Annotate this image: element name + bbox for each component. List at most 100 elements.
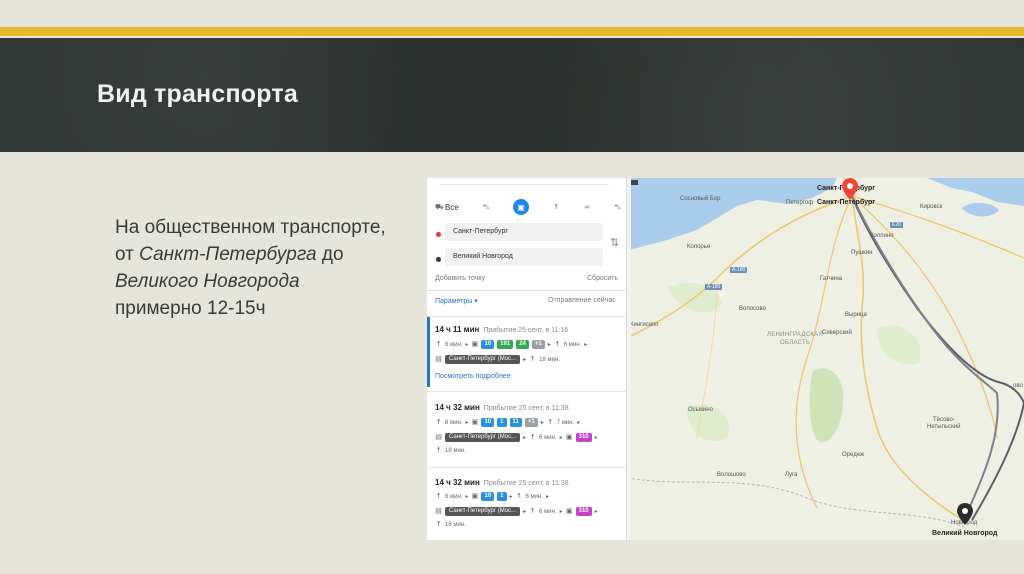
mode-walk[interactable]: ☨	[553, 204, 560, 211]
mode-bike[interactable]: ∞	[583, 204, 590, 211]
arrow-icon: ▸	[559, 435, 563, 441]
from-field[interactable]: Санкт-Петербург	[445, 223, 603, 241]
route-badge: 24	[516, 340, 529, 349]
from-dot-icon	[436, 232, 441, 237]
panel-scrollbar[interactable]	[627, 178, 631, 540]
label-novgorod: Великий Новгород	[932, 530, 998, 537]
walk-time: 6 мин.	[539, 508, 557, 515]
taxi-icon: ⛍	[614, 203, 622, 211]
train-badge: Санкт-Петербург (Мос...	[445, 507, 521, 516]
lake	[962, 202, 999, 217]
slide-body-text: На общественном транспорте, от Санкт-Пет…	[115, 214, 425, 322]
body-line-2-suffix: до	[316, 244, 344, 265]
to-field[interactable]: Великий Новгород	[445, 248, 603, 266]
forest-area	[809, 368, 844, 443]
bus-icon: ▣	[471, 493, 479, 500]
arrow-icon: ▸	[594, 509, 598, 515]
route-2-steps-3: ☨ 18 мин.	[435, 447, 466, 454]
start-pin-icon[interactable]	[842, 178, 858, 200]
to-dot-icon	[436, 257, 441, 262]
bus-icon: ▣	[471, 341, 479, 348]
end-pin-icon[interactable]	[957, 503, 973, 525]
walk-icon: ☨	[554, 203, 559, 211]
arrow-icon: ▸	[594, 435, 598, 441]
label-town: Вырица	[845, 312, 867, 318]
slide-title: Вид транспорта	[97, 80, 298, 108]
train-icon: ▤	[435, 356, 442, 363]
walk-icon: ☨	[548, 419, 553, 426]
params-dropdown[interactable]: Параметры ▾	[435, 297, 478, 305]
label-town: Волошово	[717, 472, 746, 478]
route-2-time: 14 ч 32 мин	[435, 403, 480, 412]
walk-icon: ☨	[530, 434, 535, 441]
body-line-1: На общественном транспорте,	[115, 217, 386, 238]
body-line-4: примерно 12-15ч	[115, 298, 266, 319]
route-2-duration[interactable]: 14 ч 32 мин Прибытие 25 сент, в 11:38	[435, 403, 569, 412]
map-control-icon[interactable]	[631, 180, 638, 185]
route-panel: ⛟ Все ⛍ ▣ ☨ ∞ ⛍ Санкт-Петербург Великий Н…	[427, 178, 627, 540]
walk-time: 6 мин.	[445, 493, 463, 500]
route-badge: 1	[497, 492, 507, 501]
route-3-arrival: Прибытие 25 сент, в 11:38	[483, 480, 569, 487]
arrow-icon: ▸	[465, 494, 469, 500]
mode-bus[interactable]: ▣	[513, 199, 530, 215]
arrow-icon: ▸	[523, 435, 527, 441]
arrow-icon: ▸	[546, 494, 550, 500]
route-badge: 310	[575, 507, 592, 516]
route-badge: 10	[481, 492, 495, 501]
route-badge: 10	[481, 418, 495, 427]
label-town: Волосово	[739, 306, 766, 312]
bike-icon: ∞	[584, 203, 590, 211]
arrow-icon: ▸	[523, 357, 527, 363]
route-3-time: 14 ч 32 мин	[435, 478, 480, 487]
highway-shield: А-180	[705, 284, 723, 290]
reset-link[interactable]: Сбросить	[587, 275, 618, 282]
car-bus-icon: ⛟	[435, 203, 444, 211]
bus-icon: ▣	[471, 419, 479, 426]
divider	[427, 316, 626, 317]
label-town: Сиверский	[822, 330, 852, 336]
add-point-link[interactable]: Добавить точку	[435, 275, 485, 282]
mode-all[interactable]: ⛟ Все	[435, 203, 459, 212]
mode-all-label: Все	[445, 202, 459, 212]
selected-route-marker	[427, 317, 430, 387]
walk-time: 18 мин.	[445, 521, 466, 528]
arrow-icon: ▸	[584, 342, 588, 348]
divider	[427, 467, 626, 468]
route-3-steps-2: ▤ Санкт-Петербург (Мос... ▸ ☨ 6 мин. ▸ ▣ 310…	[435, 507, 598, 516]
label-town: Тёсово-	[933, 417, 955, 423]
walk-icon: ☨	[436, 447, 441, 454]
map-view[interactable]: Санкт-Петербург Санкт-Петербург Сосновый…	[627, 178, 1024, 540]
route-1-steps: ☨ 6 мин. ▸ ▣ 10 191 24 +1 ▸ ☨ 6 мин. ▸	[435, 340, 587, 349]
body-city-to: Великого Новгорода	[115, 271, 300, 292]
body-line-2-prefix: от	[115, 244, 140, 265]
divider	[427, 290, 626, 291]
mode-taxi[interactable]: ⛍	[614, 204, 621, 211]
highway-shield: А-180	[730, 267, 748, 273]
label-town: Кингисепп	[630, 322, 659, 328]
route-badge: 310	[575, 433, 592, 442]
transport-modes: ⛟ Все ⛍ ▣ ☨ ∞ ⛍	[435, 198, 621, 216]
arrow-icon: ▸	[465, 342, 469, 348]
label-region: ОБЛАСТЬ	[780, 340, 811, 346]
route-badge: 1	[497, 418, 507, 427]
label-town: Петергоф	[786, 200, 814, 206]
label-town: Гатчина	[820, 276, 842, 282]
swap-icon[interactable]: ⇅	[610, 236, 619, 249]
route-2-steps: ☨ 6 мин. ▸ ▣ 10 1 11 +1 ▸ ☨ 7 мин. ▸	[435, 418, 580, 427]
route-3-duration[interactable]: 14 ч 32 мин Прибытие 25 сент, в 11:38	[435, 478, 569, 487]
walk-icon: ☨	[530, 508, 535, 515]
walk-time: 18 мин.	[445, 447, 466, 454]
route-1-duration[interactable]: 14 ч 11 мин Прибытие 25 сент, в 11:16	[435, 325, 568, 334]
departure-select[interactable]: Отправление сейчас	[548, 297, 616, 304]
mode-car[interactable]: ⛍	[482, 204, 489, 211]
route-2-steps-2: ▤ Санкт-Петербург (Мос... ▸ ☨ 6 мин. ▸ ▣ 310…	[435, 433, 598, 442]
divider	[427, 391, 626, 392]
route-badge: 10	[481, 340, 495, 349]
walk-time: 6 мин.	[525, 493, 543, 500]
details-link[interactable]: Посмотреть подробнее	[435, 373, 511, 380]
label-town: Пушкин	[851, 250, 873, 256]
label-town: Колпино	[870, 233, 894, 239]
route-badge: 11	[509, 418, 522, 427]
highway-shield: Е20	[890, 222, 903, 228]
